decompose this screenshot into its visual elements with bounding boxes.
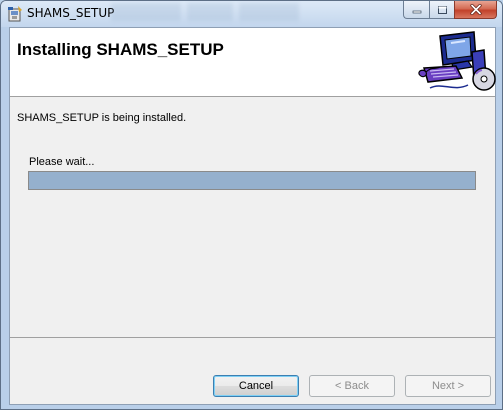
please-wait-label: Please wait... [29,156,95,168]
maximize-button[interactable] [429,1,454,19]
blurred-background-text [111,3,181,21]
close-button[interactable] [454,1,497,19]
page-title: Installing SHAMS_SETUP [17,40,224,59]
installer-window: SHAMS_SETUP Installing SHAMS_SETUP SHAMS… [0,0,503,410]
installer-icon [8,6,22,22]
window-title: SHAMS_SETUP [27,6,115,20]
maximize-icon [437,5,447,14]
blurred-background-text [187,3,233,21]
title-bar[interactable]: SHAMS_SETUP [1,1,502,27]
minimize-icon [412,10,421,13]
back-button[interactable]: < Back [309,375,395,397]
cancel-button[interactable]: Cancel [213,375,299,397]
install-status-text: SHAMS_SETUP is being installed. [17,112,187,124]
computer-with-cd-illustration [418,31,496,91]
dialog-content: Installing SHAMS_SETUP SHAMS_SETUP is be… [9,27,496,405]
window-controls [403,1,497,20]
progress-fill [29,172,475,189]
next-button[interactable]: Next > [405,375,491,397]
install-progress-bar [28,171,476,190]
minimize-button[interactable] [403,1,429,19]
dialog-footer: Cancel < Back Next > [10,337,495,405]
blurred-background-text [239,3,299,21]
dialog-header: Installing SHAMS_SETUP [10,28,496,97]
close-icon [469,4,482,15]
